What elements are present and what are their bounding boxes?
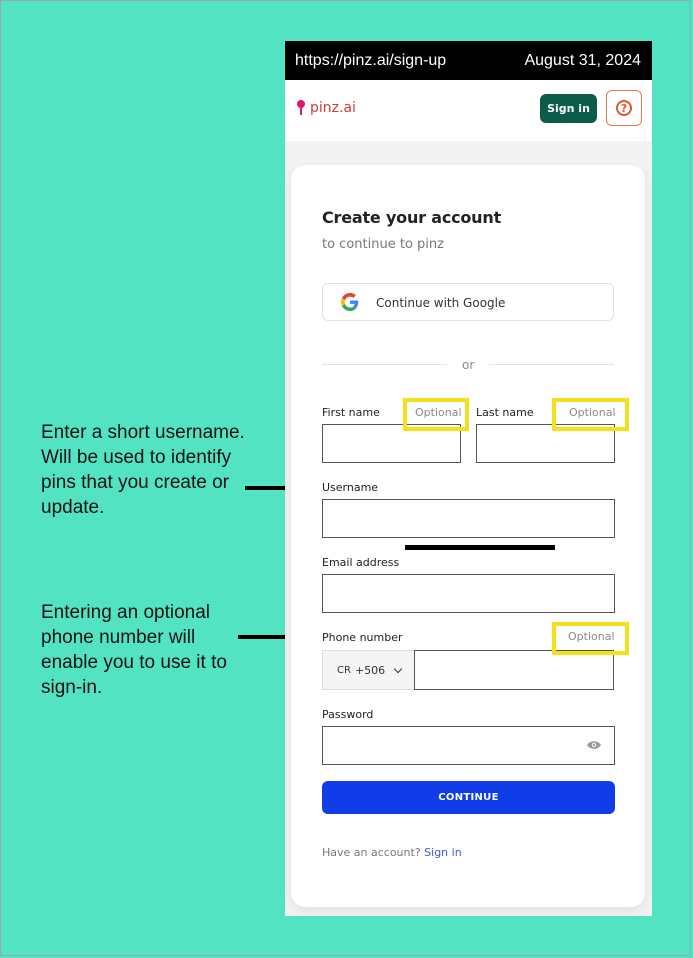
dial-code: +506 — [354, 663, 386, 677]
brand-name: pinz.ai — [310, 100, 356, 116]
date-text: August 31, 2024 — [524, 51, 641, 69]
last-name-label: Last name — [476, 406, 534, 419]
top-nav: pinz.ai Sign in ? — [285, 80, 652, 141]
password-label: Password — [322, 708, 374, 721]
page-title: Create your account — [322, 208, 502, 227]
annotation-phone: Entering an optional phone number will e… — [41, 602, 227, 698]
phone-label: Phone number — [322, 631, 403, 644]
divider-right — [489, 364, 614, 365]
highlight-phone-optional — [552, 622, 629, 655]
phone-field[interactable] — [414, 650, 614, 690]
google-signin-button[interactable]: Continue with Google — [322, 283, 614, 321]
signin-button[interactable]: Sign in — [540, 94, 597, 123]
url-bar: https://pinz.ai/sign-up August 31, 2024 — [285, 41, 652, 80]
continue-button[interactable]: CONTINUE — [322, 781, 615, 814]
email-field[interactable] — [322, 574, 615, 613]
redaction-bar — [405, 545, 555, 550]
google-label: Continue with Google — [376, 296, 506, 310]
google-icon — [341, 293, 359, 311]
brand-logo[interactable]: pinz.ai — [297, 100, 356, 116]
signup-card: Create your account to continue to pinz … — [291, 165, 645, 907]
email-label: Email address — [322, 556, 400, 569]
signin-link[interactable]: Sign in — [424, 846, 462, 859]
country-code-select[interactable]: CR +506 — [322, 650, 414, 690]
username-label: Username — [322, 481, 379, 494]
help-button[interactable]: ? — [606, 90, 642, 126]
country-code: CR — [337, 664, 351, 676]
annotation-username: Enter a short username. Will be used to … — [41, 422, 245, 518]
have-account-label: Have an account? — [322, 846, 421, 859]
or-label: or — [462, 358, 475, 372]
have-account-text: Have an account? Sign in — [322, 846, 462, 859]
highlight-last-name-optional — [552, 398, 629, 431]
password-field[interactable] — [322, 726, 615, 765]
username-field[interactable] — [322, 499, 615, 538]
divider-left — [322, 364, 447, 365]
page-subtitle: to continue to pinz — [322, 237, 444, 252]
highlight-first-name-optional — [403, 398, 469, 431]
first-name-label: First name — [322, 406, 380, 419]
question-icon: ? — [616, 100, 632, 116]
phone-screen: https://pinz.ai/sign-up August 31, 2024 … — [285, 41, 652, 916]
url-text[interactable]: https://pinz.ai/sign-up — [295, 52, 446, 70]
chevron-down-icon — [393, 664, 403, 673]
pin-icon — [297, 100, 306, 116]
eye-icon[interactable] — [587, 740, 601, 750]
